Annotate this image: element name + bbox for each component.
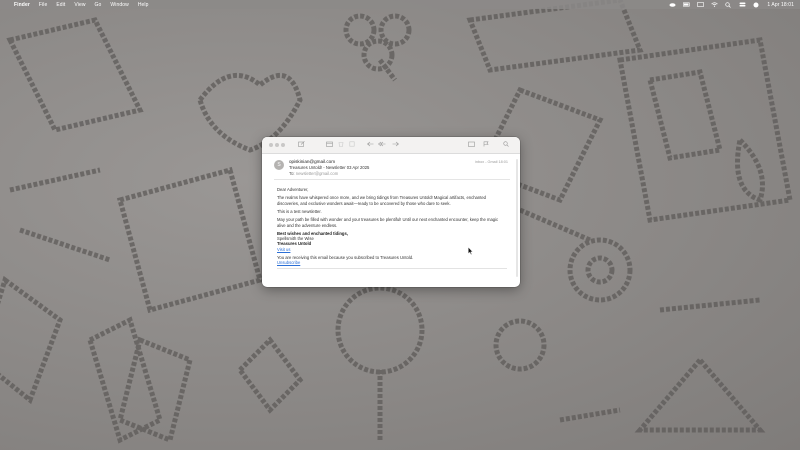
mail-toolbar: [262, 137, 520, 154]
menu-file[interactable]: File: [39, 2, 47, 8]
menu-bar: Finder File Edit View Go Window Help 1 A…: [0, 0, 800, 9]
zoom-window-button[interactable]: [281, 143, 285, 147]
forward-icon[interactable]: [391, 141, 399, 148]
trash-icon[interactable]: [337, 141, 345, 148]
body-end-divider: [277, 268, 507, 269]
header-divider: [274, 179, 510, 180]
body-paragraph-1: The realms have whispered once more, and…: [277, 195, 487, 206]
body-paragraph-3: May your path be filled with wonder and …: [277, 217, 499, 228]
cloud-icon[interactable]: [669, 2, 676, 7]
recipient-address[interactable]: newsletter@gmail.com: [296, 171, 338, 176]
archive-icon[interactable]: [325, 141, 333, 148]
siri-icon[interactable]: [753, 2, 759, 8]
menu-edit[interactable]: Edit: [56, 2, 65, 8]
body-paragraph-2: This is a test newsletter.: [277, 208, 322, 214]
mailbox-icon[interactable]: [467, 141, 475, 148]
reply-all-icon[interactable]: [378, 141, 386, 148]
menu-go[interactable]: Go: [95, 2, 102, 8]
flag-icon[interactable]: [482, 141, 490, 148]
message-subject: Treasures Untold! - Newsletter 03 Apr 20…: [289, 165, 370, 170]
menu-finder[interactable]: Finder: [14, 2, 30, 8]
junk-icon[interactable]: [348, 141, 356, 148]
search-mail-icon[interactable]: [502, 141, 510, 148]
to-label: To:: [289, 171, 295, 176]
greeting: Dear Adventurer,: [277, 187, 309, 192]
menu-window[interactable]: Window: [110, 2, 128, 8]
menu-help[interactable]: Help: [138, 2, 149, 8]
sender-address[interactable]: opiskinian@gmail.com: [289, 159, 335, 164]
control-center-icon[interactable]: [739, 2, 746, 7]
reply-icon[interactable]: [366, 141, 374, 148]
recipient-line: To: newsletter@gmail.com: [289, 171, 338, 176]
mouse-pointer-icon: [468, 242, 474, 255]
compose-icon[interactable]: [297, 141, 305, 148]
battery-icon[interactable]: [683, 2, 690, 7]
minimize-window-button[interactable]: [275, 143, 279, 147]
mail-message-window: S opiskinian@gmail.com Treasures Untold!…: [262, 137, 520, 287]
display-icon[interactable]: [697, 2, 705, 7]
scrollbar[interactable]: [516, 159, 518, 277]
menu-view[interactable]: View: [74, 2, 85, 8]
wifi-icon[interactable]: [711, 2, 719, 7]
search-icon[interactable]: [725, 2, 732, 8]
mailbox-date: inbox - Gmail 18:01: [475, 160, 508, 164]
unsubscribe-link[interactable]: Unsubscribe: [277, 260, 507, 265]
close-window-button[interactable]: [269, 143, 273, 147]
menu-clock[interactable]: 1 Apr 18:01: [767, 2, 794, 8]
avatar: S: [274, 160, 284, 170]
